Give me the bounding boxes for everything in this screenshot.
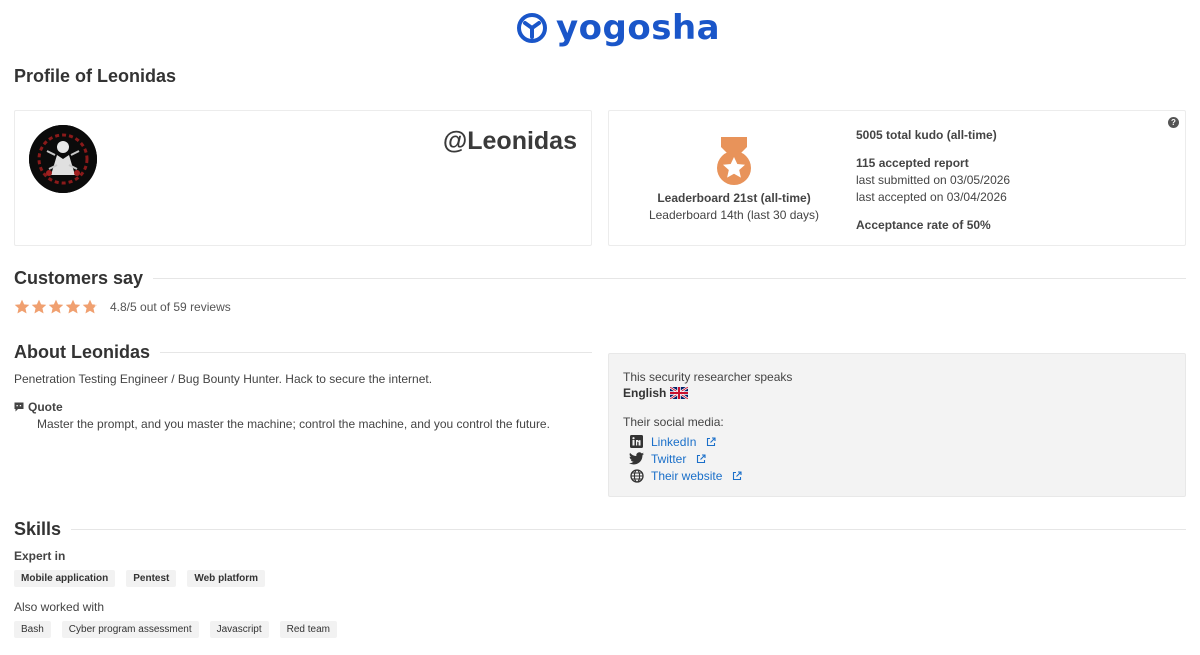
skills-heading: Skills bbox=[14, 519, 62, 539]
medal-icon bbox=[717, 137, 751, 185]
star-icon bbox=[82, 299, 98, 314]
languages-intro: This security researcher speaks bbox=[623, 370, 793, 384]
twitter-icon bbox=[629, 451, 644, 466]
profile-card: @Leonidas bbox=[14, 110, 592, 246]
help-icon[interactable]: ? bbox=[1168, 117, 1179, 128]
twitter-link[interactable]: Twitter bbox=[651, 452, 686, 466]
website-link[interactable]: Their website bbox=[651, 469, 722, 483]
star-icon bbox=[14, 299, 30, 314]
expert-in-label: Expert in bbox=[14, 549, 66, 563]
stats-card: Leaderboard 21st (all-time) Leaderboard … bbox=[608, 110, 1186, 246]
skill-chip: Red team bbox=[279, 621, 337, 638]
uk-flag-icon bbox=[670, 387, 689, 399]
social-link-linkedin[interactable]: LinkedIn bbox=[629, 433, 742, 450]
yogosha-logo-icon bbox=[517, 13, 547, 43]
social-links: LinkedIn Twitter Their website bbox=[629, 433, 742, 484]
rating-stars bbox=[14, 299, 98, 315]
about-bio: Penetration Testing Engineer / Bug Bount… bbox=[14, 372, 433, 386]
avatar bbox=[29, 125, 97, 193]
leaderboard-30-days: Leaderboard 14th (last 30 days) bbox=[648, 208, 820, 222]
page-title: Profile of Leonidas bbox=[14, 66, 177, 86]
skill-chip: Web platform bbox=[187, 570, 266, 587]
last-accepted: last accepted on 03/04/2026 bbox=[856, 190, 1007, 204]
total-kudo: 5005 total kudo (all-time) bbox=[856, 128, 997, 142]
brand-logo[interactable]: yogosha bbox=[516, 10, 720, 46]
stats-details: 5005 total kudo (all-time) 115 accepted … bbox=[856, 127, 1010, 234]
skill-chip: Cyber program assessment bbox=[61, 621, 199, 638]
leaderboard-all-time: Leaderboard 21st (all-time) bbox=[657, 191, 811, 205]
external-link-icon bbox=[733, 470, 742, 480]
skill-chip: Bash bbox=[14, 621, 51, 638]
also-worked-label: Also worked with bbox=[14, 600, 105, 614]
quote-icon bbox=[14, 402, 24, 412]
skill-chip: Mobile application bbox=[14, 570, 116, 587]
customers-say-heading: Customers say bbox=[14, 268, 144, 288]
profile-handle: @Leonidas bbox=[442, 127, 577, 155]
star-icon bbox=[31, 299, 47, 314]
quote-text: Master the prompt, and you master the ma… bbox=[37, 417, 550, 431]
star-icon bbox=[48, 299, 64, 314]
linkedin-link[interactable]: LinkedIn bbox=[651, 435, 696, 449]
external-link-icon bbox=[697, 453, 706, 463]
skill-chip: Pentest bbox=[126, 570, 177, 587]
external-link-icon bbox=[707, 436, 716, 446]
divider bbox=[160, 352, 592, 353]
acceptance-rate: Acceptance rate of 50% bbox=[856, 218, 991, 232]
divider bbox=[71, 529, 1186, 530]
about-section: About Leonidas bbox=[14, 342, 592, 363]
accepted-reports: 115 accepted report bbox=[856, 156, 969, 170]
social-link-twitter[interactable]: Twitter bbox=[629, 450, 742, 467]
language-social-card: This security researcher speaks English … bbox=[608, 353, 1186, 497]
customers-say-section: Customers say bbox=[14, 268, 1186, 289]
skills-section: Skills bbox=[14, 519, 1186, 540]
linkedin-icon bbox=[629, 434, 644, 449]
also-skills: Bash Cyber program assessment Javascript… bbox=[14, 621, 337, 638]
skill-chip: Javascript bbox=[209, 621, 269, 638]
last-submitted: last submitted on 03/05/2026 bbox=[856, 173, 1011, 187]
social-intro: Their social media: bbox=[623, 415, 724, 429]
about-heading: About Leonidas bbox=[14, 342, 150, 362]
rating: 4.8/5 out of 59 reviews bbox=[14, 299, 231, 315]
rating-text: 4.8/5 out of 59 reviews bbox=[110, 300, 231, 314]
divider bbox=[153, 278, 1186, 279]
profile-page: yogosha Profile of Leonidas @Leonidas Le… bbox=[0, 0, 1200, 655]
brand-name: yogosha bbox=[556, 8, 721, 48]
star-icon bbox=[65, 299, 81, 314]
expert-skills: Mobile application Pentest Web platform bbox=[14, 570, 266, 587]
quote-label: Quote bbox=[14, 400, 63, 414]
language-item: English bbox=[623, 386, 689, 400]
globe-icon bbox=[629, 468, 644, 483]
social-link-website[interactable]: Their website bbox=[629, 467, 742, 484]
